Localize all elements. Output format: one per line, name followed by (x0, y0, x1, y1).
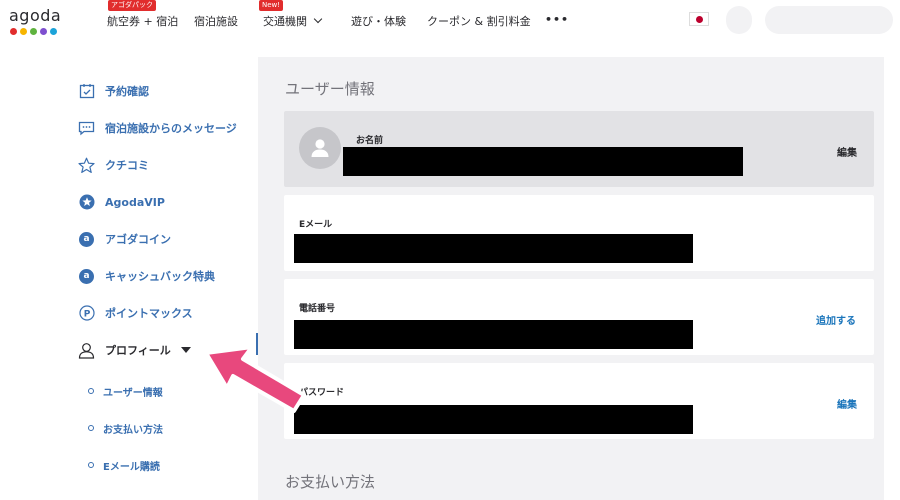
sidebar-subitem-label: ユーザー情報 (103, 387, 163, 399)
phone-card: 電話番号 追加する (284, 279, 874, 355)
nav-item-accommodation[interactable]: 宿泊施設 (194, 13, 238, 29)
sidebar-item-label: AgodaVIP (105, 195, 165, 209)
logo-dot (30, 28, 37, 35)
sidebar-item-cashback[interactable]: a キャッシュバック特典 (78, 266, 215, 286)
calendar-check-icon (78, 83, 95, 100)
nav-item-activities[interactable]: 遊び・体験 (351, 13, 406, 29)
edit-name-button[interactable]: 編集 (837, 144, 857, 159)
email-label: Eメール (299, 220, 333, 230)
sidebar-item-label: クチコミ (105, 159, 149, 172)
bullet-icon (88, 388, 94, 394)
phone-value-redacted (294, 320, 693, 349)
nav-badge-package: アゴダパック (108, 0, 156, 11)
star-outline-icon (78, 157, 95, 174)
sidebar-item-messages[interactable]: 宿泊施設からのメッセージ (78, 118, 237, 138)
nav-item-coupons[interactable]: クーポン & 割引料金 (427, 13, 531, 29)
logo-dot (40, 28, 47, 35)
nav-item-transport[interactable]: 交通機関 (263, 13, 323, 29)
sidebar-item-label: プロフィール (105, 344, 171, 357)
nav-item-flight-hotel[interactable]: 航空券 + 宿泊 (107, 13, 178, 29)
logo-dot (50, 28, 57, 35)
bullet-icon (88, 462, 94, 468)
star-badge-icon (78, 194, 95, 211)
nav-more-button[interactable]: ••• (545, 13, 569, 26)
section-title-user-info: ユーザー情報 (285, 80, 375, 98)
name-label: お名前 (356, 136, 384, 146)
pointsmax-icon: P (78, 305, 95, 322)
coin-icon: a (78, 231, 95, 248)
password-value-redacted (294, 405, 693, 434)
account-sidebar: 予約確認 宿泊施設からのメッセージ クチコミ AgodaVIP a アゴダコイン… (70, 57, 258, 500)
top-navigation-bar: agoda アゴダパック 航空券 + 宿泊 宿泊施設 New! 交通機関 遊び・… (0, 0, 900, 44)
section-title-payment: お支払い方法 (285, 473, 376, 491)
header-control[interactable] (726, 6, 752, 34)
email-value-redacted (294, 234, 693, 263)
name-value-redacted (343, 147, 743, 176)
nav-item-transport-label: 交通機関 (263, 15, 307, 28)
user-icon (78, 342, 95, 359)
sidebar-item-agodavip[interactable]: AgodaVIP (78, 192, 165, 212)
sidebar-item-label: 宿泊施設からのメッセージ (105, 122, 237, 135)
main-content: ユーザー情報 お名前 編集 Eメール 電話番号 追加する パスワード 編集 お支… (258, 57, 884, 500)
sidebar-subitem-label: Eメール購読 (103, 461, 160, 473)
sidebar-subitem-label: お支払い方法 (103, 424, 163, 436)
logo-dot (20, 28, 27, 35)
sidebar-item-pointsmax[interactable]: P ポイントマックス (78, 303, 193, 323)
avatar (299, 127, 341, 169)
sidebar-subitem-user-info[interactable]: ユーザー情報 (88, 383, 163, 399)
sidebar-item-reviews[interactable]: クチコミ (78, 155, 149, 175)
logo-dot (10, 28, 17, 35)
sidebar-subitem-email-subscription[interactable]: Eメール購読 (88, 457, 160, 473)
sidebar-item-profile[interactable]: プロフィール (78, 340, 191, 360)
sidebar-item-bookings[interactable]: 予約確認 (78, 81, 149, 101)
message-icon (78, 120, 95, 137)
svg-text:P: P (83, 309, 90, 319)
sidebar-item-label: キャッシュバック特典 (105, 270, 215, 283)
header-account-button[interactable] (765, 6, 893, 34)
sidebar-item-agoda-coins[interactable]: a アゴダコイン (78, 229, 171, 249)
japan-flag-icon[interactable] (689, 12, 709, 26)
caret-down-icon (180, 347, 191, 353)
add-phone-button[interactable]: 追加する (816, 312, 856, 327)
flag-circle (695, 15, 703, 23)
name-card[interactable]: お名前 編集 (284, 111, 874, 187)
sidebar-item-label: ポイントマックス (105, 307, 193, 320)
bullet-icon (88, 425, 94, 431)
phone-label: 電話番号 (299, 304, 336, 314)
nav-badge-new: New! (259, 0, 284, 11)
cashback-icon: a (78, 268, 95, 285)
logo-text: agoda (9, 6, 62, 25)
sidebar-item-label: アゴダコイン (105, 233, 171, 246)
chevron-down-icon (313, 14, 323, 24)
agoda-logo[interactable]: agoda (9, 6, 61, 35)
logo-dots (9, 28, 61, 35)
sidebar-subitem-payment[interactable]: お支払い方法 (88, 420, 163, 436)
email-card: Eメール (284, 195, 874, 271)
password-card: パスワード 編集 (284, 363, 874, 439)
sidebar-item-label: 予約確認 (105, 85, 149, 98)
annotation-arrow-icon (204, 345, 306, 413)
edit-password-button[interactable]: 編集 (837, 396, 857, 411)
